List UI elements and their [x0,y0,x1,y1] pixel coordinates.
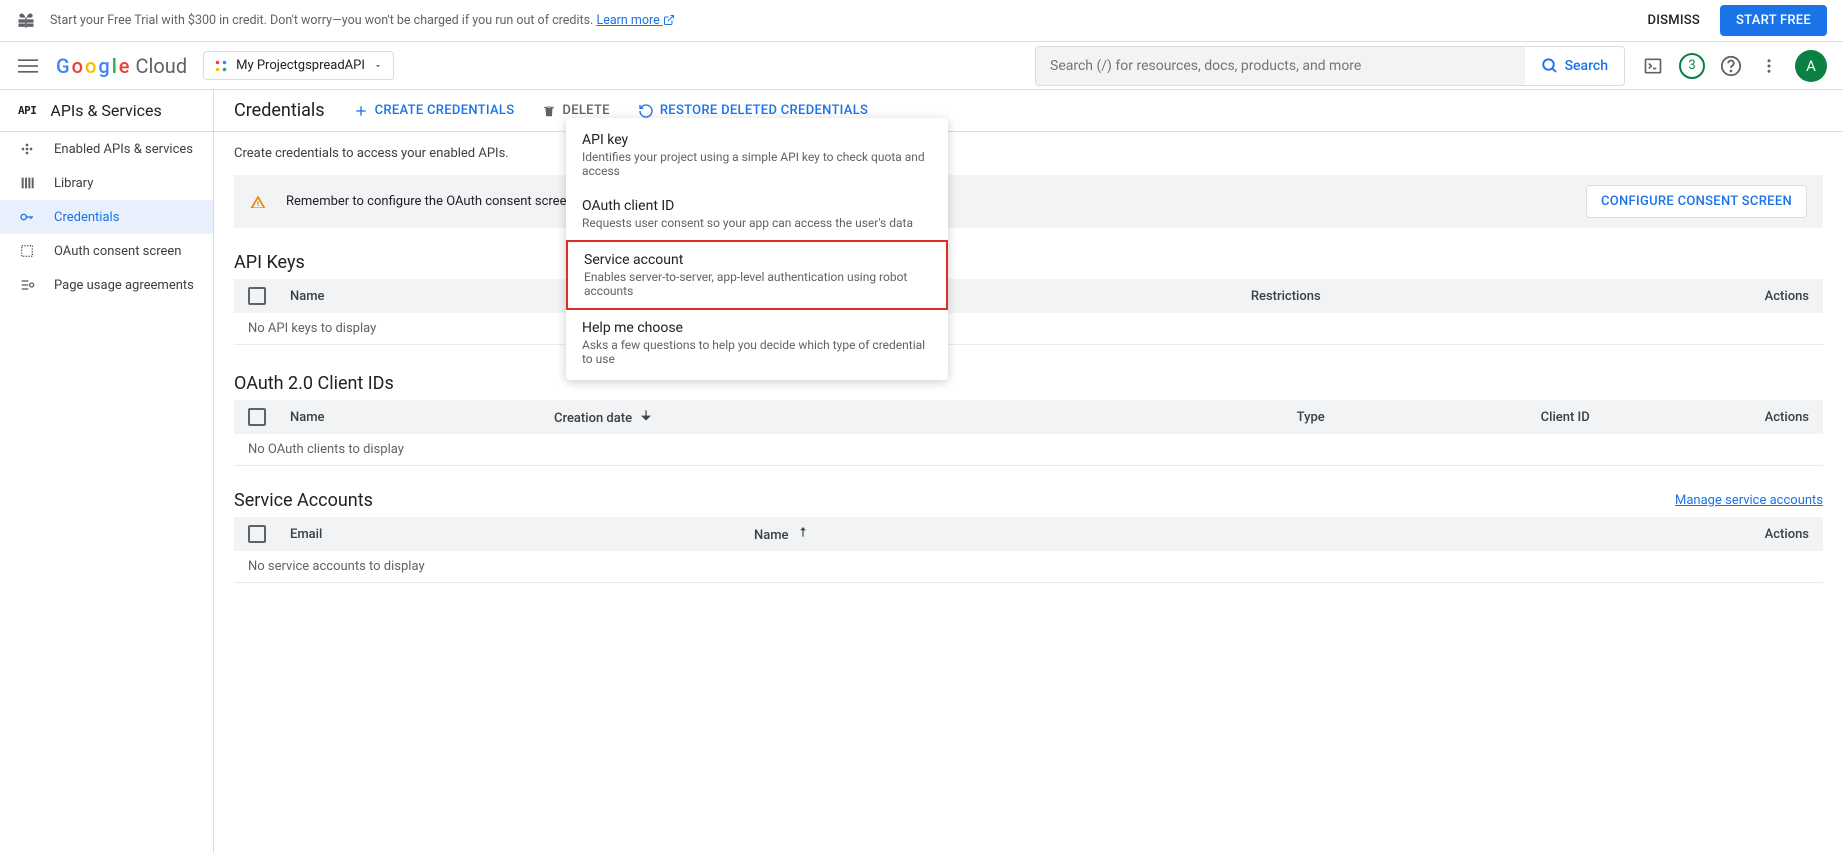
sidebar-item-label: Credentials [54,210,119,225]
page-title: Credentials [234,100,325,121]
google-cloud-logo[interactable]: Google Cloud [56,54,187,78]
user-avatar[interactable]: A [1795,50,1827,82]
oauth-empty: No OAuth clients to display [234,434,1823,466]
trash-icon [542,104,556,118]
restore-icon [638,103,654,119]
help-icon[interactable] [1719,54,1743,78]
restore-button[interactable]: RESTORE DELETED CREDENTIALS [638,103,868,119]
plus-icon [353,103,369,119]
service-empty: No service accounts to display [234,551,1823,583]
sidebar-header: API APIs & Services [0,90,213,132]
create-credentials-dropdown: API key Identifies your project using a … [566,118,948,380]
search-icon [1541,57,1559,75]
agreements-icon [18,277,36,293]
banner-text: Start your Free Trial with $300 in credi… [50,13,675,28]
sidebar-item-oauth-consent[interactable]: OAuth consent screen [0,234,213,268]
sidebar: API APIs & Services Enabled APIs & servi… [0,90,214,853]
col-actions: Actions [1765,527,1809,542]
start-free-button[interactable]: START FREE [1720,5,1827,36]
sidebar-item-page-usage[interactable]: Page usage agreements [0,268,213,302]
create-credentials-button[interactable]: CREATE CREDENTIALS [353,103,515,119]
project-dots-icon [214,59,228,73]
sidebar-item-library[interactable]: Library [0,166,213,200]
more-menu-icon[interactable] [1757,54,1781,78]
dropdown-caret-icon [373,61,383,71]
col-name: Name [290,410,530,425]
sidebar-item-label: Enabled APIs & services [54,142,193,157]
dd-item-oauth-client[interactable]: OAuth client ID Requests user consent so… [566,188,948,240]
col-type: Type [1297,410,1517,425]
oauth-title: OAuth 2.0 Client IDs [234,373,1823,394]
col-creation[interactable]: Creation date [554,408,653,426]
search-box: Search [1035,46,1625,86]
configure-consent-button[interactable]: CONFIGURE CONSENT SCREEN [1586,185,1807,218]
sidebar-item-label: Library [54,176,93,191]
consent-icon [18,243,36,259]
free-trial-banner: Start your Free Trial with $300 in credi… [0,0,1843,42]
gift-icon [16,11,36,31]
enabled-apis-icon [18,141,36,157]
sidebar-item-label: OAuth consent screen [54,244,181,259]
sort-desc-icon [639,411,653,426]
page-subnote: Create credentials to access your enable… [234,146,1823,161]
dd-item-help-choose[interactable]: Help me choose Asks a few questions to h… [566,310,948,376]
project-name: My ProjectgspreadAPI [236,58,365,73]
key-icon [18,209,36,225]
col-email: Email [290,527,730,542]
dd-item-api-key[interactable]: API key Identifies your project using a … [566,122,948,188]
sidebar-title: APIs & Services [50,101,161,120]
page-header: Credentials CREATE CREDENTIALS DELETE RE… [214,90,1843,132]
select-all-checkbox[interactable] [248,408,266,426]
service-table-head: Email Name Actions [234,517,1823,551]
search-button[interactable]: Search [1525,47,1624,85]
main-header: Google Cloud My ProjectgspreadAPI Search… [0,42,1843,90]
api-keys-empty: No API keys to display [234,313,1823,345]
col-actions: Actions [1765,410,1809,425]
service-accounts-title: Service Accounts [234,490,373,511]
select-all-checkbox[interactable] [248,287,266,305]
col-name: Name [290,289,325,304]
main-content: Credentials CREATE CREDENTIALS DELETE RE… [214,90,1843,853]
api-icon: API [18,104,36,117]
sort-asc-icon [796,528,810,543]
cloud-shell-icon[interactable] [1641,54,1665,78]
learn-more-link[interactable]: Learn more [596,13,674,28]
col-clientid: Client ID [1541,410,1741,425]
dismiss-button[interactable]: DISMISS [1647,13,1700,28]
sidebar-item-label: Page usage agreements [54,278,194,293]
sidebar-item-credentials[interactable]: Credentials [0,200,213,234]
col-restrictions: Restrictions [1251,289,1321,304]
notifications-badge[interactable]: 3 [1679,53,1705,79]
api-keys-title: API Keys [234,252,1823,273]
search-input[interactable] [1036,48,1525,84]
library-icon [18,175,36,191]
hamburger-icon[interactable] [16,54,40,78]
api-keys-table-head: Name Restrictions Actions [234,279,1823,313]
delete-button[interactable]: DELETE [542,103,609,118]
manage-service-accounts-link[interactable]: Manage service accounts [1675,493,1823,508]
consent-alert: Remember to configure the OAuth consent … [234,175,1823,228]
sidebar-item-enabled-apis[interactable]: Enabled APIs & services [0,132,213,166]
col-actions: Actions [1765,289,1809,304]
col-name[interactable]: Name [754,525,810,543]
dd-item-service-account[interactable]: Service account Enables server-to-server… [566,240,948,310]
warning-icon [250,194,266,210]
oauth-table-head: Name Creation date Type Client ID Action… [234,400,1823,434]
project-selector[interactable]: My ProjectgspreadAPI [203,51,394,80]
select-all-checkbox[interactable] [248,525,266,543]
